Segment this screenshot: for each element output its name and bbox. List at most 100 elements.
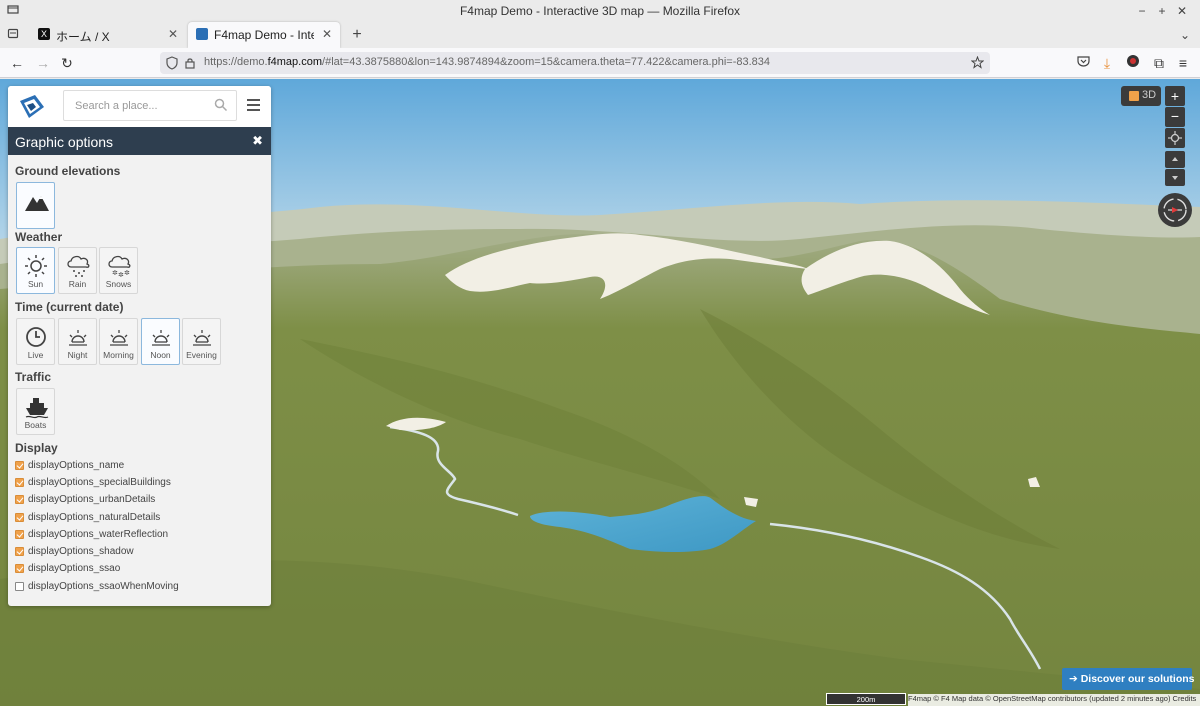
reload-icon[interactable]: ↻	[58, 54, 76, 72]
checkbox[interactable]	[15, 478, 24, 487]
close-tab-icon[interactable]: ✕	[322, 27, 332, 41]
extensions-puzzle-icon[interactable]: ⧉	[1150, 54, 1168, 72]
checkbox-label: displayOptions_naturalDetails	[28, 512, 161, 523]
lock-icon[interactable]	[185, 57, 195, 69]
time-morning-label: Morning	[103, 350, 134, 360]
weather-sun-button[interactable]: Sun	[16, 247, 55, 294]
checkbox-label: displayOptions_name	[28, 460, 125, 471]
new-tab-icon[interactable]: +	[348, 26, 366, 44]
time-noon-button[interactable]: Noon	[141, 318, 180, 365]
compass-rotate-control[interactable]	[1158, 193, 1192, 227]
sunrise-icon	[152, 330, 170, 346]
app-menu-icon[interactable]: ≡	[1174, 54, 1192, 72]
mountains-icon	[25, 196, 49, 211]
zoom-in-button[interactable]: +	[1165, 86, 1185, 106]
time-noon-label: Noon	[150, 350, 171, 360]
x-logo-icon: X	[38, 28, 50, 40]
close-panel-icon[interactable]: ✖	[252, 133, 263, 149]
time-live-button[interactable]: Live	[16, 318, 55, 365]
sun-icon	[25, 255, 47, 277]
toggle-3d-label: 3D	[1142, 89, 1157, 101]
weather-rain-label: Rain	[68, 279, 87, 289]
minimize-icon[interactable]: −	[1133, 2, 1151, 20]
checkbox[interactable]	[15, 547, 24, 556]
locate-button[interactable]	[1165, 128, 1185, 148]
checkbox[interactable]	[15, 513, 24, 522]
url-text[interactable]: https://demo.f4map.com/#lat=43.3875880&l…	[204, 56, 770, 68]
locate-crosshair-icon	[1168, 131, 1182, 145]
panel-title: Graphic options	[15, 134, 114, 150]
checkbox[interactable]	[15, 495, 24, 504]
pocket-icon[interactable]	[1074, 54, 1092, 72]
extension-avatar-icon[interactable]	[1124, 54, 1142, 72]
boat-icon	[25, 398, 49, 419]
tilt-down-button[interactable]	[1165, 169, 1185, 186]
window-titlebar: F4map Demo - Interactive 3D map — Mozill…	[0, 0, 1200, 22]
weather-sun-label: Sun	[27, 279, 44, 289]
checkbox-label: displayOptions_waterReflection	[28, 529, 169, 540]
snow-cloud-icon: ✲ ✲ ✲	[108, 255, 131, 278]
back-arrow-icon[interactable]: ←	[8, 54, 26, 72]
zoom-out-button[interactable]: −	[1165, 107, 1185, 127]
tab-label: F4map Demo - Interactive 3	[214, 28, 314, 42]
tilt-up-button[interactable]	[1165, 151, 1185, 168]
close-tab-icon[interactable]: ✕	[168, 27, 178, 41]
time-evening-button[interactable]: Evening	[182, 318, 221, 365]
checkbox[interactable]	[15, 530, 24, 539]
compass-icon	[1163, 198, 1187, 222]
f4map-logo-icon[interactable]	[17, 91, 47, 121]
bookmark-star-icon[interactable]	[971, 56, 984, 69]
time-night-button[interactable]: Night	[58, 318, 97, 365]
tab-f4map[interactable]: F4map Demo - Interactive 3 ✕	[188, 22, 340, 48]
section-traffic: Traffic	[15, 370, 52, 384]
weather-snows-label: Snows	[105, 279, 132, 289]
downloads-icon[interactable]: ⤓	[1098, 54, 1116, 72]
section-time: Time (current date)	[15, 300, 124, 314]
section-ground-elevations: Ground elevations	[15, 164, 121, 178]
time-night-label: Night	[67, 350, 88, 360]
f4map-favicon-icon	[196, 28, 208, 40]
arrow-right-circle-icon: ➔	[1069, 673, 1081, 685]
address-bar[interactable]: https://demo.f4map.com/#lat=43.3875880&l…	[160, 52, 990, 74]
tab-label: ホーム / X	[56, 30, 110, 44]
maximize-icon[interactable]: +	[1153, 2, 1171, 20]
sunrise-icon	[110, 330, 128, 346]
triangle-down-icon	[1172, 176, 1178, 180]
search-input[interactable]: Search a place...	[75, 100, 158, 112]
panel-header: Graphic options ✖	[8, 127, 271, 155]
search-icon[interactable]	[214, 98, 228, 112]
map-attribution[interactable]: F4map © F4 Map data © OpenStreetMap cont…	[908, 694, 1200, 706]
checkbox[interactable]	[15, 582, 24, 591]
sunrise-icon	[69, 330, 87, 346]
checkbox-label: displayOptions_ssao	[28, 563, 121, 574]
forward-arrow-icon[interactable]: →	[34, 54, 52, 72]
navigation-toolbar: ← → ↻ https://demo.f4map.com/#lat=43.387…	[0, 48, 1200, 78]
graphic-options-panel: Search a place... Graphic options ✖ Grou…	[8, 86, 271, 606]
search-box[interactable]: Search a place...	[63, 90, 237, 121]
sunrise-icon	[193, 330, 211, 346]
tab-overflow-icon[interactable]: ⌄	[1176, 26, 1194, 44]
weather-snows-button[interactable]: ✲ ✲ ✲ Snows	[99, 247, 138, 294]
checkbox[interactable]	[15, 564, 24, 573]
panel-topbar: Search a place...	[8, 86, 271, 127]
tab-list-icon[interactable]	[4, 26, 22, 44]
time-live-label: Live	[27, 350, 44, 360]
triangle-up-icon	[1172, 157, 1178, 161]
svg-text:✲: ✲	[124, 269, 130, 277]
checkbox-3d[interactable]	[1129, 91, 1139, 101]
close-window-icon[interactable]: ✕	[1173, 2, 1191, 20]
checkbox[interactable]	[15, 461, 24, 470]
weather-rain-button[interactable]: Rain	[58, 247, 97, 294]
time-morning-button[interactable]: Morning	[99, 318, 138, 365]
traffic-boats-label: Boats	[24, 420, 47, 430]
tab-x[interactable]: X ホーム / X ✕	[30, 22, 186, 48]
discover-solutions-button[interactable]: ➔ Discover our solutions	[1062, 668, 1195, 690]
shield-icon[interactable]	[166, 56, 178, 70]
traffic-boats-button[interactable]: Boats	[16, 388, 55, 435]
ground-elevation-toggle[interactable]	[16, 182, 55, 229]
toggle-3d-button[interactable]: 3D	[1121, 86, 1161, 106]
menu-hamburger-icon[interactable]	[247, 99, 260, 111]
time-evening-label: Evening	[186, 350, 217, 360]
clock-icon	[26, 327, 46, 347]
checkbox-label: displayOptions_shadow	[28, 546, 134, 557]
